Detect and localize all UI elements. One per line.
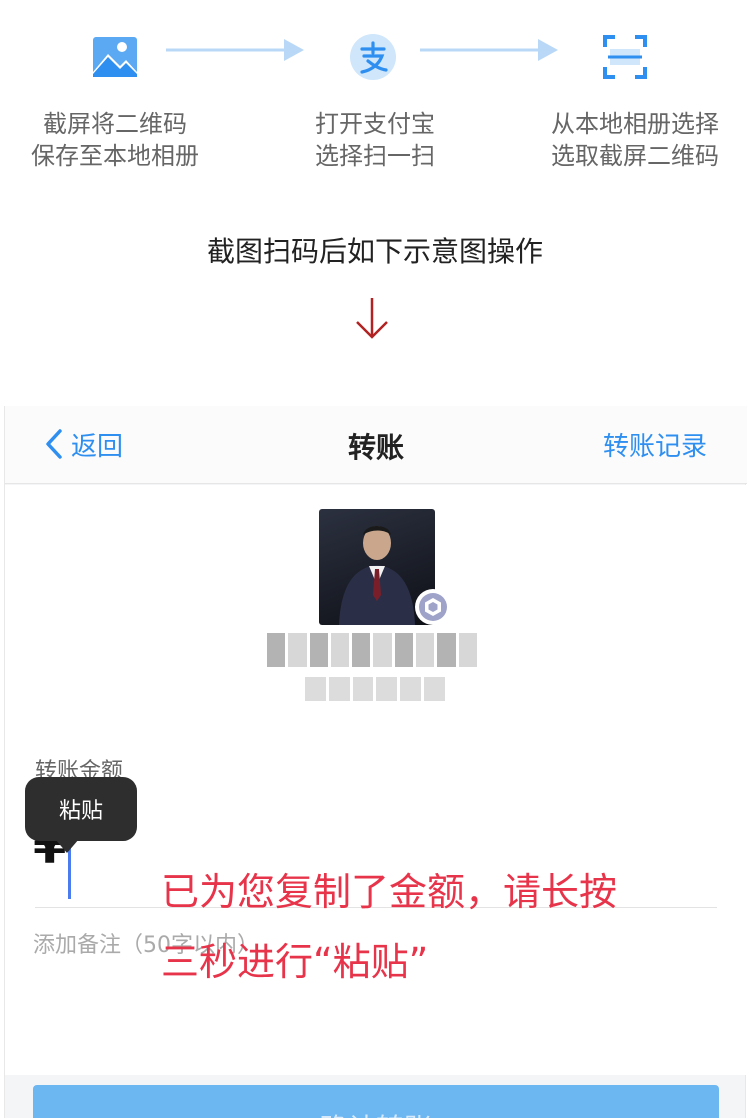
verified-badge-icon [415,589,451,625]
step-3-line1: 从本地相册选择 [551,110,719,138]
step-1-text: 截屏将二维码 保存至本地相册 [20,108,210,172]
step-2-line1: 打开支付宝 [315,110,435,138]
step-3-line2: 选取截屏二维码 [551,142,719,170]
transfer-card: 转账金额 ¥ 添加备注（50字以内） 粘贴 已为您复制了金额，请长按 三秒进行“… [5,485,747,1118]
step-1-line2: 保存至本地相册 [31,142,199,170]
arrow-down-icon [356,298,388,339]
paste-instruction-line1: 已为您复制了金额，请长按 [161,870,618,914]
step-arrow-2 [420,39,558,61]
paste-instruction-line2: 三秒进行“粘贴” [161,940,429,984]
alipay-icon [348,32,398,82]
step-2-line2: 选择扫一扫 [315,142,435,170]
paste-instruction: 已为您复制了金额，请长按 三秒进行“粘贴” [161,857,721,997]
hint-text: 截图扫码后如下示意图操作 [206,235,543,268]
nav-bar: 返回 转账 转账记录 [5,406,747,484]
confirm-transfer-button[interactable]: 确认转账 [33,1085,719,1118]
step-2-text: 打开支付宝 选择扫一扫 [285,108,465,172]
step-arrow-1 [166,39,304,61]
paste-tooltip-tail [55,839,79,853]
scan-icon [600,32,650,82]
transfer-record-link[interactable]: 转账记录 [603,426,707,463]
image-icon [90,32,140,82]
paste-button[interactable]: 粘贴 [25,777,137,841]
step-1-line1: 截屏将二维码 [43,110,187,138]
instruction-steps: 截屏将二维码 保存至本地相册 打开支付宝 选择扫一扫 从本地相册选择 选取截屏二… [0,0,750,200]
step-3-text: 从本地相册选择 选取截屏二维码 [535,108,735,172]
blurred-account-id [305,677,445,701]
blurred-account-name [267,633,477,667]
transfer-screen: 返回 转账 转账记录 转账金额 ¥ 添加备注（50字以内） 粘贴 已为您复制了金… [4,406,747,1118]
